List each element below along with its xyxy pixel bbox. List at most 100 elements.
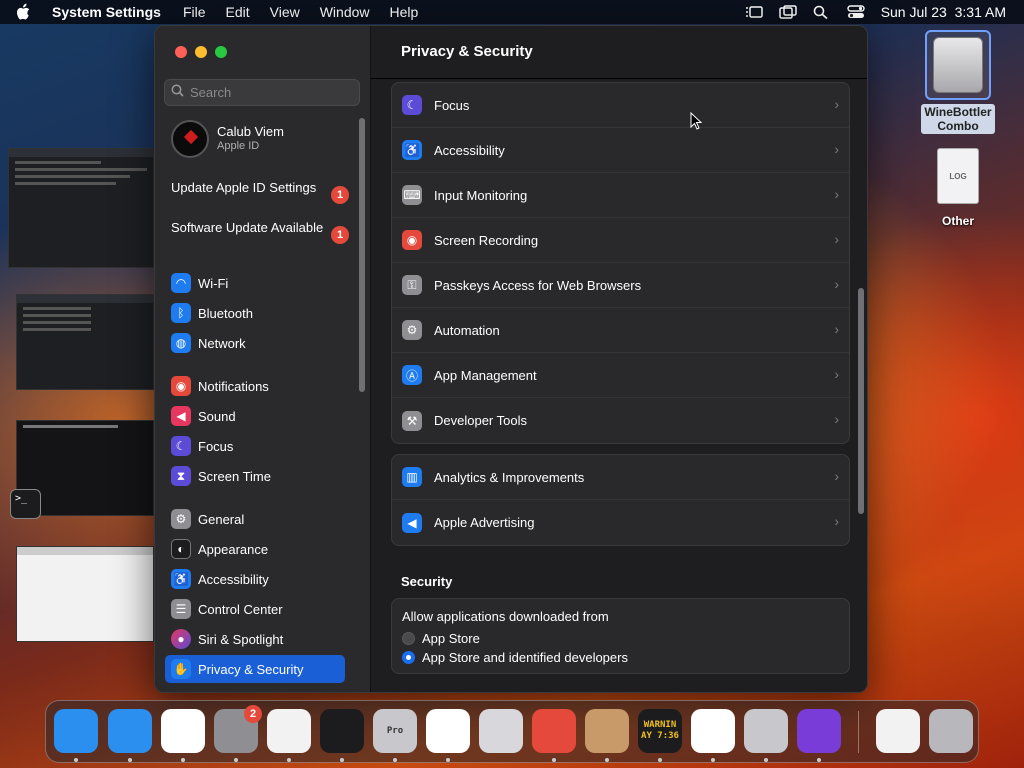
sidebar-item-sound[interactable]: ◀ Sound bbox=[165, 402, 345, 430]
sidebar-item-bluetooth[interactable]: ᛒ Bluetooth bbox=[165, 299, 345, 327]
row-input-monitoring[interactable]: ⌨ Input Monitoring › bbox=[392, 173, 849, 218]
apple-menu-icon[interactable] bbox=[16, 0, 38, 24]
sidebar-item-label: Appearance bbox=[198, 541, 269, 557]
search-icon bbox=[171, 84, 184, 102]
firefox-icon[interactable] bbox=[797, 709, 841, 753]
sidebar-item-notifications[interactable]: ◉ Notifications bbox=[165, 372, 345, 400]
close-button[interactable] bbox=[175, 46, 187, 58]
sidebar-item-wifi[interactable]: ◠ Wi-Fi bbox=[165, 269, 345, 297]
control-center-icon[interactable] bbox=[846, 5, 865, 19]
sidebar-item-appearance[interactable]: ◐ Appearance bbox=[165, 535, 345, 563]
dock-running-indicator bbox=[340, 758, 344, 762]
file-menu[interactable]: File bbox=[183, 4, 206, 20]
keyboard-icon: ⌨ bbox=[402, 185, 422, 205]
spotlight-search-icon[interactable] bbox=[813, 5, 831, 20]
sidebar-item-siri-spotlight[interactable]: ● Siri & Spotlight bbox=[165, 625, 345, 653]
row-developer-tools[interactable]: ⚒ Developer Tools › bbox=[392, 398, 849, 443]
help-menu[interactable]: Help bbox=[390, 4, 419, 20]
traffic-lights bbox=[175, 46, 227, 58]
desktop-icon-winebottler[interactable]: WineBottler Combo bbox=[918, 30, 998, 134]
zoom-button[interactable] bbox=[215, 46, 227, 58]
dock: 2 Pro WARNIN AY 7:36 bbox=[45, 700, 979, 763]
textedit-icon[interactable] bbox=[267, 709, 311, 753]
main-scrollbar[interactable] bbox=[858, 288, 864, 514]
software-update-notice[interactable]: Software Update Available 1 bbox=[171, 220, 349, 244]
row-app-management[interactable]: Ⓐ App Management › bbox=[392, 353, 849, 398]
desktop-icon-label: WineBottler bbox=[924, 105, 992, 119]
bell-icon: ◉ bbox=[171, 376, 191, 396]
sidebar-item-label: Sound bbox=[198, 408, 236, 424]
sidebar-item-label: Control Center bbox=[198, 601, 283, 617]
row-analytics[interactable]: ▥ Analytics & Improvements › bbox=[392, 455, 849, 500]
chevron-right-icon: › bbox=[834, 411, 839, 427]
app-name-menu[interactable]: System Settings bbox=[52, 4, 161, 20]
sidebar-item-accessibility[interactable]: ♿ Accessibility bbox=[165, 565, 345, 593]
window-switch-icon[interactable] bbox=[778, 5, 797, 19]
chevron-right-icon: › bbox=[834, 141, 839, 157]
sidebar-item-screen-time[interactable]: ⧗ Screen Time bbox=[165, 462, 345, 490]
apple-id-account[interactable]: Calub Viem Apple ID bbox=[171, 120, 284, 158]
search-field[interactable] bbox=[164, 79, 360, 106]
finder-icon[interactable] bbox=[54, 709, 98, 753]
downloads-icon[interactable] bbox=[876, 709, 920, 753]
row-passkeys[interactable]: ⚿ Passkeys Access for Web Browsers › bbox=[392, 263, 849, 308]
radio-button-selected[interactable] bbox=[402, 651, 415, 664]
chrome-icon[interactable] bbox=[161, 709, 205, 753]
stage-thumbnail-4[interactable] bbox=[16, 546, 154, 642]
radio-app-store-identified[interactable]: App Store and identified developers bbox=[402, 648, 839, 667]
dock-running-indicator bbox=[605, 758, 609, 762]
control-center-icon: ☰ bbox=[171, 599, 191, 619]
row-automation[interactable]: ⚙ Automation › bbox=[392, 308, 849, 353]
sidebar-item-privacy-security[interactable]: ✋ Privacy & Security bbox=[165, 655, 345, 683]
radio-app-store[interactable]: App Store bbox=[402, 629, 839, 648]
terminal-thumb-icon[interactable]: >_ bbox=[10, 489, 41, 519]
vscode-icon[interactable] bbox=[426, 709, 470, 753]
sidebar-item-network[interactable]: ◍ Network bbox=[165, 329, 345, 357]
terminal-icon[interactable] bbox=[320, 709, 364, 753]
minimize-button[interactable] bbox=[195, 46, 207, 58]
remote-desktop-icon[interactable] bbox=[532, 709, 576, 753]
stage-manager-icon[interactable] bbox=[745, 5, 763, 19]
window-menu[interactable]: Window bbox=[320, 4, 370, 20]
gear-icon: ⚙ bbox=[402, 320, 422, 340]
system-settings-icon[interactable]: 2 bbox=[214, 705, 262, 753]
row-label: Apple Advertising bbox=[434, 515, 535, 530]
chevron-right-icon: › bbox=[834, 96, 839, 112]
update-apple-id-notice[interactable]: Update Apple ID Settings 1 bbox=[171, 180, 349, 204]
trash-icon[interactable] bbox=[929, 709, 973, 753]
dock-separator bbox=[858, 711, 859, 753]
console-icon[interactable]: WARNIN AY 7:36 bbox=[638, 709, 682, 753]
automator-icon[interactable] bbox=[744, 709, 788, 753]
stage-thumbnail-1[interactable] bbox=[8, 148, 154, 268]
disk-icon bbox=[925, 30, 991, 100]
row-apple-advertising[interactable]: ◀ Apple Advertising › bbox=[392, 500, 849, 545]
view-menu[interactable]: View bbox=[270, 4, 300, 20]
dock-running-indicator bbox=[234, 758, 238, 762]
globe-icon: ◍ bbox=[171, 333, 191, 353]
row-screen-recording[interactable]: ◉ Screen Recording › bbox=[392, 218, 849, 263]
menu-bar-clock[interactable]: Sun Jul 23 3:31 AM bbox=[881, 4, 1006, 20]
chevron-right-icon: › bbox=[834, 186, 839, 202]
desktop-icon-other[interactable]: LOG Other bbox=[918, 148, 998, 228]
row-accessibility[interactable]: ♿ Accessibility › bbox=[392, 128, 849, 173]
archive-icon[interactable] bbox=[585, 709, 629, 753]
sidebar-item-focus[interactable]: ☾ Focus bbox=[165, 432, 345, 460]
edit-menu[interactable]: Edit bbox=[226, 4, 250, 20]
pro-app-icon[interactable]: Pro bbox=[373, 709, 417, 753]
sidebar-item-control-center[interactable]: ☰ Control Center bbox=[165, 595, 345, 623]
launchpad-icon[interactable] bbox=[479, 709, 523, 753]
stage-thumbnail-2[interactable] bbox=[16, 294, 154, 390]
title-divider bbox=[371, 78, 867, 79]
sidebar-scrollbar[interactable] bbox=[359, 118, 365, 392]
system-settings-window: Calub Viem Apple ID Update Apple ID Sett… bbox=[154, 25, 868, 693]
notice-label: Update Apple ID Settings bbox=[171, 180, 317, 195]
sidebar-item-general[interactable]: ⚙ General bbox=[165, 505, 345, 533]
row-focus[interactable]: ☾ Focus › bbox=[392, 83, 849, 128]
page-title: Privacy & Security bbox=[401, 43, 533, 60]
search-input[interactable] bbox=[190, 85, 350, 100]
avatar bbox=[171, 120, 209, 158]
dock-badge: 2 bbox=[244, 705, 262, 723]
safari-icon[interactable] bbox=[108, 709, 152, 753]
parallels-icon[interactable] bbox=[691, 709, 735, 753]
radio-button[interactable] bbox=[402, 632, 415, 645]
